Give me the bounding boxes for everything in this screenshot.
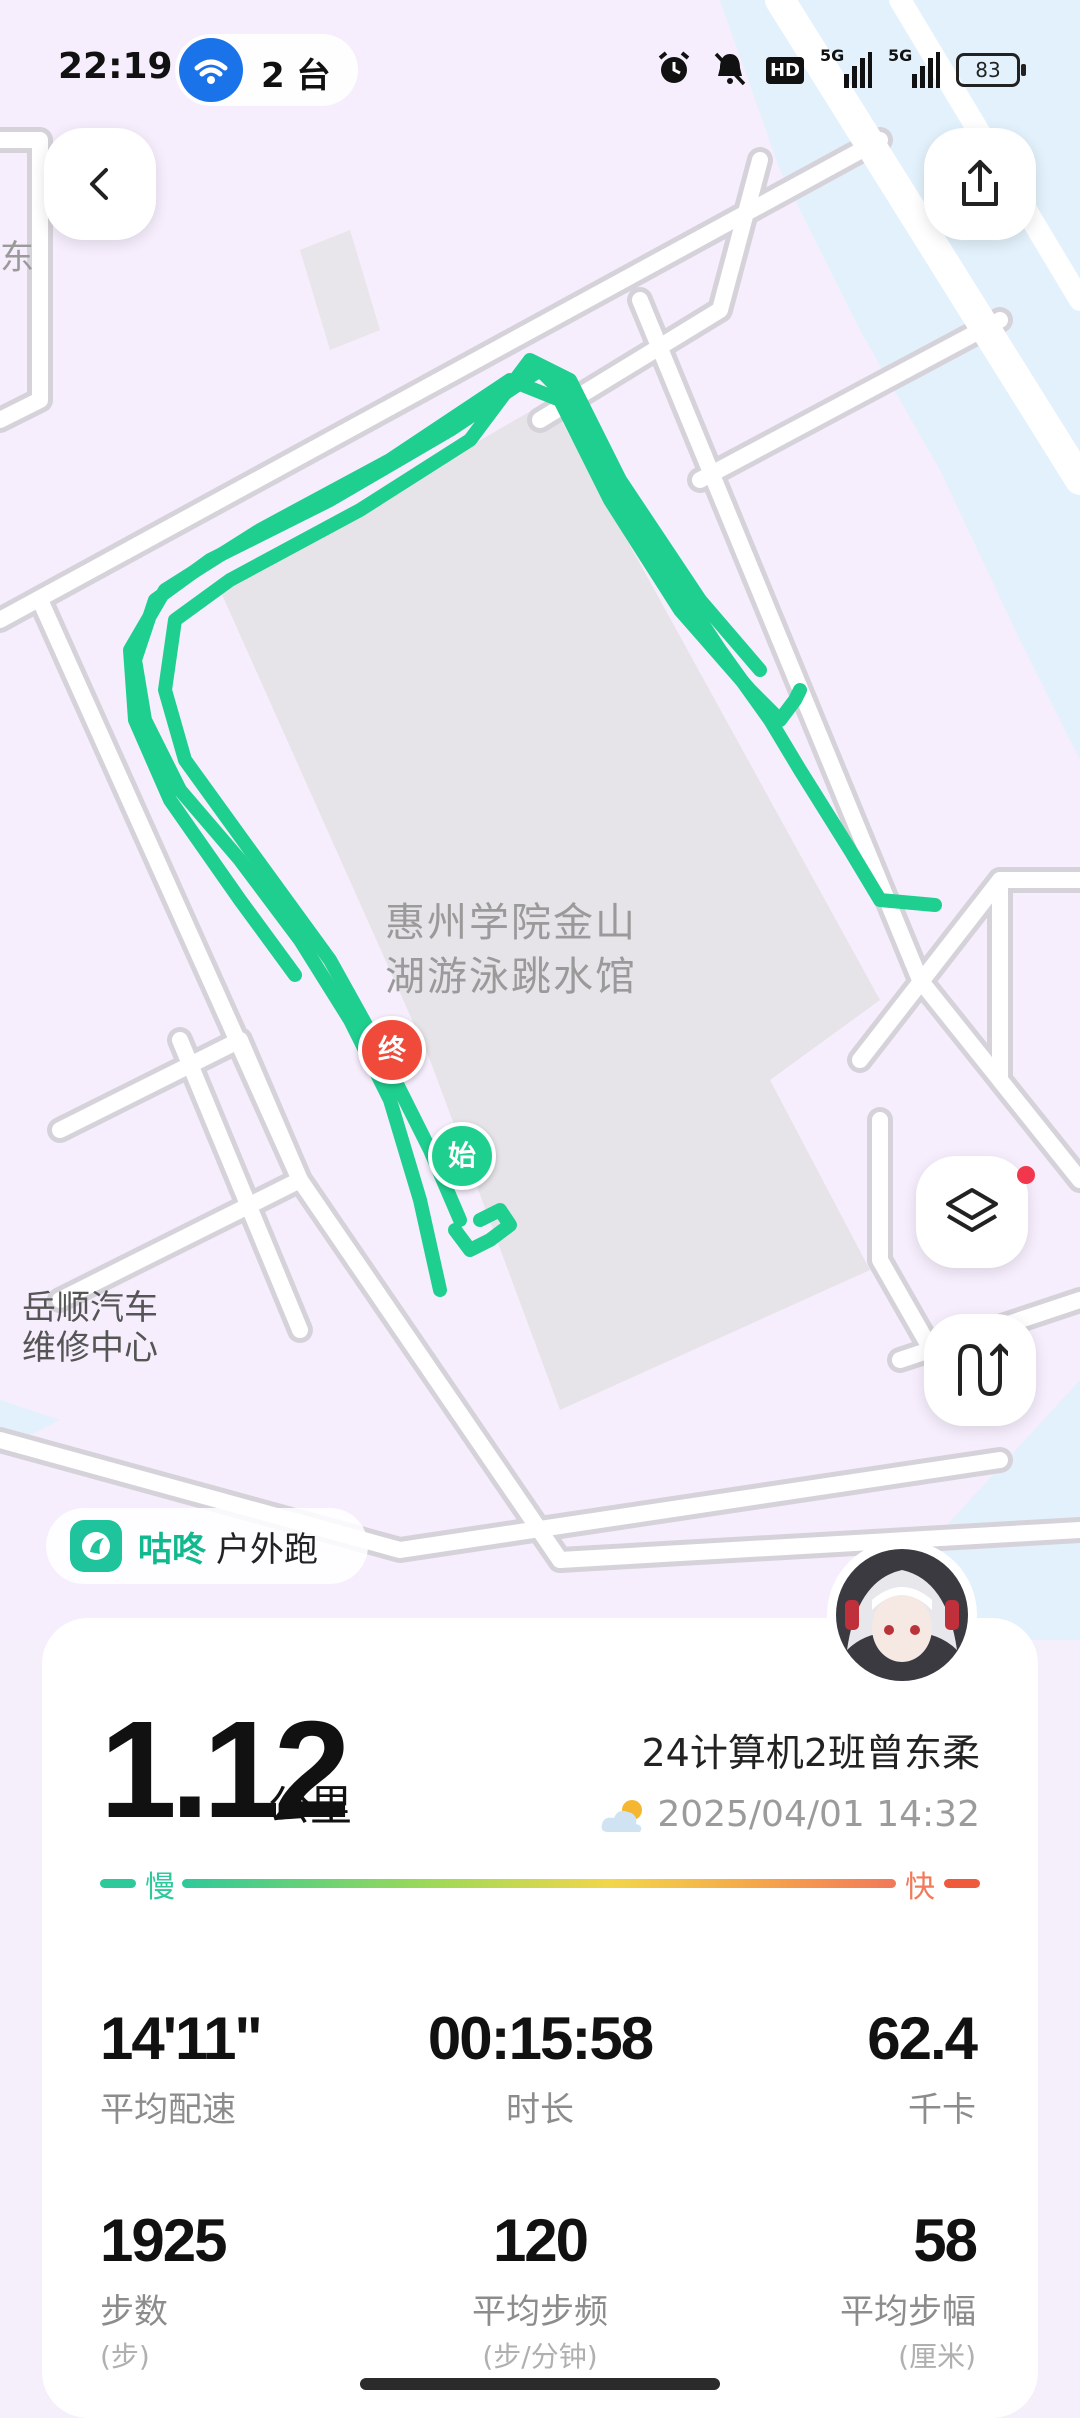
poi-label-line2: 维修中心 (22, 1328, 158, 1368)
stat-avg-pace: 14'11" 平均配速 (100, 2004, 360, 2131)
chevron-left-icon (90, 168, 108, 200)
stat-value: 00:15:58 (427, 2005, 654, 2072)
venue-label-line2: 湖游泳跳水馆 (385, 954, 637, 1000)
codoon-logo-icon (70, 1520, 122, 1572)
pace-fast-label: 快 (905, 1870, 935, 1905)
stat-cadence: 120 平均步频 (步/分钟) (410, 2206, 670, 2375)
poi-label: 岳顺汽车 维修中心 (22, 1288, 158, 1368)
stat-value: 62.4 (867, 2005, 978, 2072)
stat-label: 平均步频 (472, 2292, 608, 2332)
hotspot-indicator[interactable]: 2 台 (175, 34, 358, 106)
alarm-icon (654, 48, 694, 92)
venue-label-line1: 惠州学院金山 (385, 900, 637, 946)
pace-bar-slow-segment (100, 1879, 136, 1888)
back-button[interactable] (44, 128, 156, 240)
layers-icon (946, 1188, 998, 1232)
status-time: 22:19 (58, 46, 173, 87)
map-view[interactable] (0, 0, 1080, 1640)
stat-value: 14'11" (100, 2005, 263, 2072)
activity-datetime: 2025/04/01 14:32 (657, 1794, 980, 1835)
share-button[interactable] (924, 128, 1036, 240)
stat-label: 时长 (506, 2090, 574, 2130)
stat-calories: 62.4 千卡 (716, 2004, 978, 2131)
stat-value: 58 (913, 2207, 978, 2274)
pace-gradient (182, 1879, 896, 1888)
stat-unit: (步) (100, 2340, 150, 2373)
distance-unit: 公里 (268, 1781, 353, 1830)
battery-indicator: 83 (956, 53, 1026, 87)
stat-duration: 00:15:58 时长 (410, 2004, 670, 2131)
route-replay-button[interactable] (924, 1314, 1036, 1426)
stat-unit: (厘米) (898, 2340, 976, 2373)
end-marker: 终 (358, 1016, 426, 1084)
signal-5g-icon-2: 5G (888, 46, 940, 90)
home-indicator[interactable] (360, 2378, 720, 2390)
mute-icon (710, 48, 750, 92)
hd-icon: HD (765, 56, 804, 84)
cloudy-sun-icon (598, 1796, 650, 1836)
stat-value: 1925 (100, 2207, 227, 2274)
status-icons: HD 5G 5G 83 (654, 46, 1026, 92)
status-bar: 22:19 2 台 HD 5G 5G 83 (0, 0, 1080, 140)
signal-5g-icon: 5G (820, 46, 872, 90)
sport-mode: 户外跑 (216, 1529, 318, 1570)
avatar[interactable] (827, 1540, 977, 1690)
network-type-label-2: 5G (888, 46, 913, 65)
stat-unit: (步/分钟) (482, 2340, 598, 2373)
pace-bar-fast-segment (944, 1879, 980, 1888)
hotspot-count: 2 台 (261, 56, 331, 96)
route-replay-icon (958, 1343, 1008, 1397)
stat-label: 平均步幅 (840, 2292, 976, 2332)
stat-steps: 1925 步数 (步) (100, 2206, 360, 2375)
stat-label: 步数 (100, 2292, 168, 2332)
pace-slow-label: 慢 (145, 1870, 175, 1905)
map-layers-button[interactable] (916, 1156, 1028, 1268)
map-corner-label: 东 (0, 238, 34, 278)
app-name: 咕咚 (138, 1529, 206, 1570)
stat-value: 120 (492, 2207, 589, 2274)
poi-label-line1: 岳顺汽车 (22, 1288, 158, 1328)
start-marker: 始 (428, 1122, 496, 1190)
network-type-label: 5G (820, 46, 845, 65)
hotspot-icon (179, 38, 243, 102)
share-icon (962, 160, 998, 206)
pace-legend-bar: 慢 快 (100, 1870, 980, 1905)
stat-label: 平均配速 (100, 2090, 236, 2130)
app-badge: 咕咚 户外跑 (46, 1508, 368, 1584)
stat-label: 千卡 (908, 2090, 976, 2130)
stat-stride: 58 平均步幅 (厘米) (716, 2206, 978, 2375)
layers-notification-dot (1017, 1166, 1035, 1184)
user-name: 24计算机2班曾东柔 (641, 1731, 980, 1775)
